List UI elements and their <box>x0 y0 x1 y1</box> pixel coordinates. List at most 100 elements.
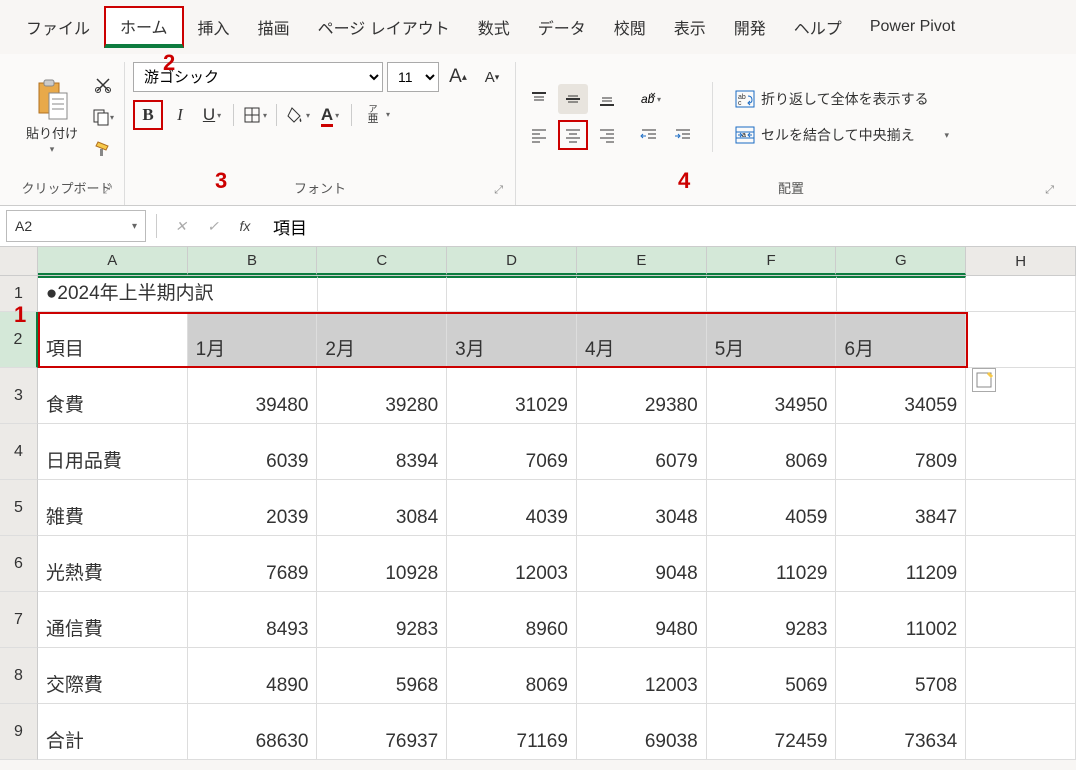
cell-A7[interactable]: 通信費 <box>38 592 188 648</box>
cell-E5[interactable]: 3048 <box>577 480 707 536</box>
cell-A4[interactable]: 日用品費 <box>38 424 188 480</box>
cell-F6[interactable]: 11029 <box>707 536 837 592</box>
menu-formulas[interactable]: 数式 <box>464 9 524 45</box>
cell-C5[interactable]: 3084 <box>317 480 447 536</box>
cancel-button[interactable]: ✕ <box>167 212 195 240</box>
col-header-F[interactable]: F <box>707 247 837 275</box>
dialog-launcher-icon[interactable]: ⤢ <box>1045 184 1054 197</box>
cell-D6[interactable]: 12003 <box>447 536 577 592</box>
menu-review[interactable]: 校閲 <box>600 9 660 45</box>
name-box[interactable]: A2▾ <box>6 210 146 242</box>
menu-file[interactable]: ファイル <box>12 9 104 45</box>
cell-F9[interactable]: 72459 <box>707 704 837 760</box>
cell-C1[interactable] <box>318 276 448 312</box>
align-center-button[interactable] <box>558 120 588 150</box>
cell-H9[interactable] <box>966 704 1076 760</box>
menu-home[interactable]: ホーム <box>104 6 184 48</box>
borders-button[interactable]: ▾ <box>240 100 270 130</box>
cell-B2[interactable]: 1月 <box>188 312 318 368</box>
font-size-select[interactable]: 11 <box>387 62 439 92</box>
cell-D7[interactable]: 8960 <box>447 592 577 648</box>
cell-D2[interactable]: 3月 <box>447 312 577 368</box>
menu-view[interactable]: 表示 <box>660 9 720 45</box>
col-header-G[interactable]: G <box>836 247 966 275</box>
row-header-5[interactable]: 5 <box>0 480 38 536</box>
cell-F3[interactable]: 34950 <box>707 368 837 424</box>
cell-G9[interactable]: 73634 <box>836 704 966 760</box>
menu-insert[interactable]: 挿入 <box>184 9 244 45</box>
cell-A9[interactable]: 合計 <box>38 704 188 760</box>
wrap-text-button[interactable]: abc 折り返して全体を表示する <box>727 85 957 113</box>
decrease-indent-button[interactable] <box>634 120 664 150</box>
cell-F4[interactable]: 8069 <box>707 424 837 480</box>
cell-C8[interactable]: 5968 <box>317 648 447 704</box>
col-header-H[interactable]: H <box>966 247 1076 275</box>
row-header-8[interactable]: 8 <box>0 648 38 704</box>
cell-D3[interactable]: 31029 <box>447 368 577 424</box>
dialog-launcher-icon[interactable]: ⤢ <box>494 184 503 197</box>
cell-E8[interactable]: 12003 <box>577 648 707 704</box>
cell-D9[interactable]: 71169 <box>447 704 577 760</box>
formula-input[interactable] <box>263 210 1070 242</box>
cell-A3[interactable]: 食費 <box>38 368 188 424</box>
cell-B3[interactable]: 39480 <box>188 368 318 424</box>
cell-E7[interactable]: 9480 <box>577 592 707 648</box>
cell-H5[interactable] <box>966 480 1076 536</box>
cell-E1[interactable] <box>577 276 707 312</box>
cell-A1[interactable]: ●2024年上半期内訳 <box>38 276 188 312</box>
cell-G8[interactable]: 5708 <box>836 648 966 704</box>
cell-H2[interactable] <box>966 312 1076 368</box>
cell-G4[interactable]: 7809 <box>836 424 966 480</box>
cell-A8[interactable]: 交際費 <box>38 648 188 704</box>
cell-G1[interactable] <box>837 276 967 312</box>
cell-C6[interactable]: 10928 <box>317 536 447 592</box>
cut-button[interactable] <box>90 72 116 98</box>
cell-C9[interactable]: 76937 <box>317 704 447 760</box>
cell-B9[interactable]: 68630 <box>188 704 318 760</box>
align-middle-button[interactable] <box>558 84 588 114</box>
row-header-9[interactable]: 9 <box>0 704 38 760</box>
cell-G6[interactable]: 11209 <box>836 536 966 592</box>
dialog-launcher-icon[interactable]: ⤢ <box>103 184 112 197</box>
italic-button[interactable]: I <box>165 100 195 130</box>
cell-H8[interactable] <box>966 648 1076 704</box>
cell-A2[interactable]: 項目 <box>38 312 188 368</box>
cell-F7[interactable]: 9283 <box>707 592 837 648</box>
cell-E2[interactable]: 4月 <box>577 312 707 368</box>
menu-data[interactable]: データ <box>524 9 600 45</box>
quick-analysis-icon[interactable] <box>972 368 996 392</box>
cell-H1[interactable] <box>966 276 1076 312</box>
underline-button[interactable]: U▾ <box>197 100 227 130</box>
row-header-4[interactable]: 4 <box>0 424 38 480</box>
format-painter-button[interactable] <box>90 136 116 162</box>
cell-E4[interactable]: 6079 <box>577 424 707 480</box>
menu-help[interactable]: ヘルプ <box>780 9 856 45</box>
col-header-D[interactable]: D <box>447 247 577 275</box>
cell-C7[interactable]: 9283 <box>317 592 447 648</box>
fx-button[interactable]: fx <box>231 212 259 240</box>
enter-button[interactable]: ✓ <box>199 212 227 240</box>
menu-page-layout[interactable]: ページ レイアウト <box>304 9 464 45</box>
cell-F8[interactable]: 5069 <box>707 648 837 704</box>
cell-E6[interactable]: 9048 <box>577 536 707 592</box>
cell-C2[interactable]: 2月 <box>317 312 447 368</box>
align-top-button[interactable] <box>524 84 554 114</box>
cell-F2[interactable]: 5月 <box>707 312 837 368</box>
cell-B6[interactable]: 7689 <box>188 536 318 592</box>
align-right-button[interactable] <box>592 120 622 150</box>
row-header-6[interactable]: 6 <box>0 536 38 592</box>
col-header-B[interactable]: B <box>188 247 318 275</box>
cell-H6[interactable] <box>966 536 1076 592</box>
cell-G7[interactable]: 11002 <box>836 592 966 648</box>
merge-center-button[interactable]: a セルを結合して中央揃え ▾ <box>727 121 957 149</box>
menu-developer[interactable]: 開発 <box>720 9 780 45</box>
increase-font-button[interactable]: A▴ <box>443 62 473 92</box>
phonetic-button[interactable]: ア亜▾ <box>358 100 388 130</box>
align-left-button[interactable] <box>524 120 554 150</box>
menu-powerpivot[interactable]: Power Pivot <box>856 12 969 42</box>
cell-B1[interactable] <box>188 276 318 312</box>
font-color-button[interactable]: A▾ <box>315 100 345 130</box>
col-header-A[interactable]: A <box>38 247 188 275</box>
increase-indent-button[interactable] <box>668 120 698 150</box>
cell-E3[interactable]: 29380 <box>577 368 707 424</box>
